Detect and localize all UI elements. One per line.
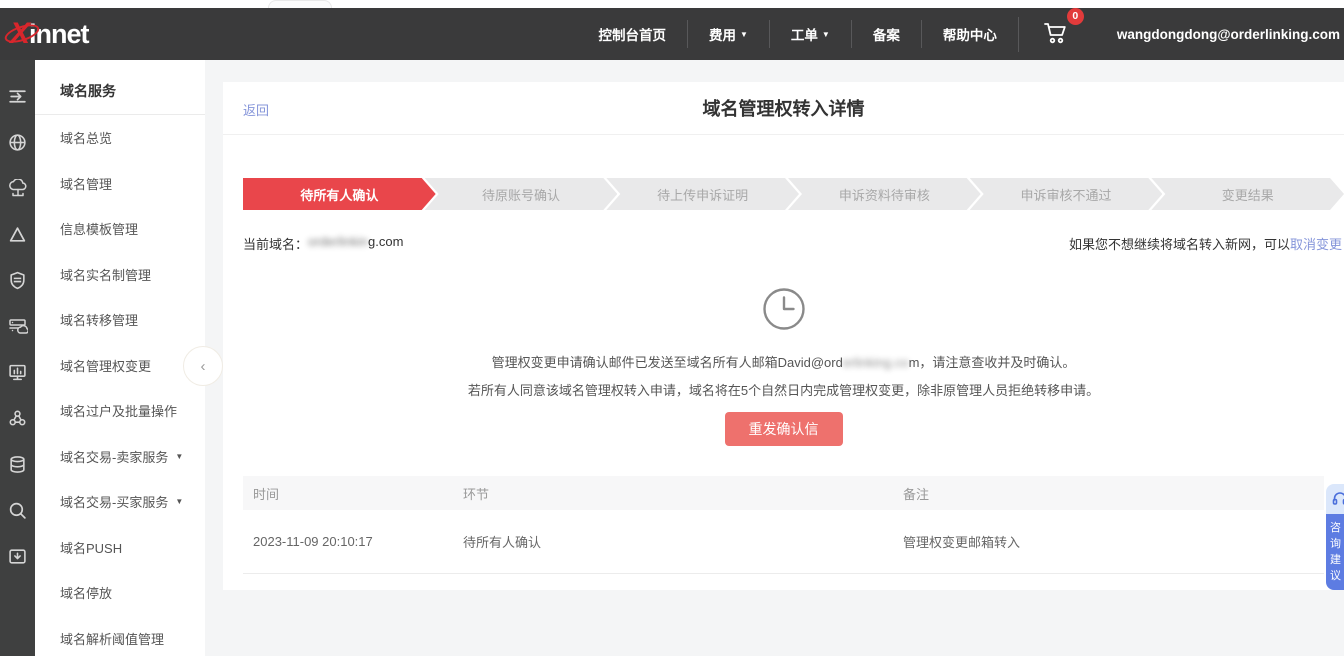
sidebar: 域名服务 域名总览 域名管理 信息模板管理 域名实名制管理 域名转移管理 域名管…	[35, 60, 205, 656]
cancel-change-link[interactable]: 取消变更	[1290, 237, 1342, 252]
browser-chrome-strip	[0, 0, 1344, 8]
sidebar-item-real-name[interactable]: 域名实名制管理	[35, 252, 205, 298]
col-header-stage: 环节	[453, 484, 893, 503]
logo-x-glyph: X	[10, 17, 29, 51]
sidebar-menu: 域名总览 域名管理 信息模板管理 域名实名制管理 域名转移管理 域名管理权变更 …	[35, 115, 205, 661]
step-upload-appeal-proof: 待上传申诉证明	[606, 178, 799, 210]
nav-fees-menu[interactable]: 费用 ▼	[687, 20, 769, 48]
col-header-remark: 备注	[893, 484, 1324, 503]
headset-icon	[1331, 490, 1344, 508]
detail-card: 返回 域名管理权转入详情 待所有人确认 待原账号确认 待上传申诉证明 申诉资料待…	[223, 82, 1344, 590]
divider	[223, 134, 1344, 135]
table-header-row: 时间 环节 备注	[243, 476, 1324, 510]
nav-label: 控制台首页	[599, 24, 667, 44]
sidebar-item-domain-overview[interactable]: 域名总览	[35, 115, 205, 161]
inbox-mail-icon[interactable]	[8, 547, 27, 566]
shopping-cart-button[interactable]: 0	[1018, 17, 1093, 52]
step-appeal-rejected: 申诉审核不通过	[970, 178, 1163, 210]
nav-label: 帮助中心	[943, 24, 997, 44]
globe-icon[interactable]	[8, 133, 27, 152]
top-navigation: 控制台首页 费用 ▼ 工单 ▼ 备案 帮助中心 0 wangdongdong@o…	[578, 8, 1344, 60]
current-domain-redacted: orderlinkin	[308, 234, 368, 253]
browser-tab-remnant	[268, 0, 332, 8]
sidebar-item-mgmt-right-change[interactable]: 域名管理权变更	[35, 343, 205, 389]
sidebar-item-domain-parking[interactable]: 域名停放	[35, 570, 205, 616]
cart-count-badge: 0	[1067, 8, 1084, 25]
cell-remark: 管理权变更邮箱转入	[893, 532, 1324, 551]
consult-widget[interactable]: 咨询建议	[1326, 484, 1344, 590]
cart-icon	[1043, 21, 1069, 45]
search-q-icon[interactable]	[8, 501, 27, 520]
step-appeal-pending-review: 申诉资料待审核	[788, 178, 981, 210]
sidebar-item-domain-transfer[interactable]: 域名转移管理	[35, 297, 205, 343]
step-change-result: 变更结果	[1151, 178, 1344, 210]
table-row: 2023-11-09 20:10:17 待所有人确认 管理权变更邮箱转入	[243, 510, 1324, 574]
account-email[interactable]: wangdongdong@orderlinking.com	[1117, 27, 1340, 42]
icon-rail	[0, 60, 35, 656]
triangle-icon[interactable]	[8, 225, 27, 244]
consult-widget-body[interactable]: 咨询建议	[1326, 514, 1344, 590]
sidebar-header: 域名服务	[35, 60, 205, 115]
chevron-down-icon: ▼	[175, 452, 183, 461]
molecule-icon[interactable]	[8, 409, 27, 428]
main-content-area: 返回 域名管理权转入详情 待所有人确认 待原账号确认 待上传申诉证明 申诉资料待…	[205, 60, 1344, 656]
chevron-down-icon: ▼	[175, 497, 183, 506]
notice-line-2: 若所有人同意该域名管理权转入申请，域名将在5个自然日内完成管理权变更，除非原管理…	[223, 380, 1344, 399]
notice-line-1: 管理权变更申请确认邮件已发送至域名所有人邮箱David@orderlinking…	[223, 352, 1344, 371]
nav-icp-filing[interactable]: 备案	[851, 20, 921, 48]
database-icon[interactable]	[8, 455, 27, 474]
collapse-menu-icon[interactable]	[8, 87, 27, 106]
sidebar-collapse-button[interactable]: ‹	[183, 346, 223, 386]
cell-stage: 待所有人确认	[453, 532, 893, 551]
xinnet-logo[interactable]: Xinnet	[10, 17, 89, 51]
consult-widget-top[interactable]	[1326, 484, 1344, 514]
logo-text: innet	[29, 19, 89, 50]
resend-confirmation-button[interactable]: 重发确认信	[725, 412, 843, 446]
chevron-down-icon: ▼	[822, 30, 830, 39]
sidebar-item-trade-buyer[interactable]: 域名交易-买家服务▼	[35, 479, 205, 525]
step-original-account-confirm: 待原账号确认	[425, 178, 618, 210]
shield-icon[interactable]	[8, 271, 27, 290]
server-cloud-icon[interactable]	[8, 317, 28, 336]
history-table: 时间 环节 备注 2023-11-09 20:10:17 待所有人确认 管理权变…	[243, 476, 1324, 574]
topbar: Xinnet 控制台首页 费用 ▼ 工单 ▼ 备案 帮助中心 0 wangdon…	[0, 8, 1344, 60]
sidebar-item-ownership-batch[interactable]: 域名过户及批量操作	[35, 388, 205, 434]
owner-email-redacted: erlinking.co	[843, 355, 909, 370]
nav-label: 工单	[791, 24, 818, 44]
sidebar-item-trade-seller[interactable]: 域名交易-卖家服务▼	[35, 434, 205, 480]
clock-icon	[761, 286, 807, 332]
sidebar-item-domain-management[interactable]: 域名管理	[35, 161, 205, 207]
monitor-chart-icon[interactable]	[8, 363, 27, 382]
col-header-time: 时间	[243, 484, 453, 503]
current-domain-row: 当前域名： orderlinkin g.com 如果您不想继续将域名转入新网，可…	[243, 234, 1342, 253]
cancel-hint-text: 如果您不想继续将域名转入新网，可以	[1069, 237, 1290, 252]
sidebar-item-domain-push[interactable]: 域名PUSH	[35, 525, 205, 571]
nav-label: 备案	[873, 24, 900, 44]
nav-console-home[interactable]: 控制台首页	[578, 20, 688, 48]
chevron-down-icon: ▼	[740, 30, 748, 39]
sidebar-item-dns-threshold[interactable]: 域名解析阈值管理	[35, 616, 205, 661]
progress-steps: 待所有人确认 待原账号确认 待上传申诉证明 申诉资料待审核 申诉审核不通过 变更…	[243, 178, 1344, 210]
sidebar-item-info-template[interactable]: 信息模板管理	[35, 206, 205, 252]
cloud-network-icon[interactable]	[8, 179, 28, 198]
nav-tickets-menu[interactable]: 工单 ▼	[769, 20, 851, 48]
step-owner-confirm: 待所有人确认	[243, 178, 436, 210]
nav-help-center[interactable]: 帮助中心	[921, 20, 1018, 48]
cancel-hint: 如果您不想继续将域名转入新网，可以取消变更	[1069, 234, 1342, 253]
chevron-left-icon: ‹	[201, 358, 206, 375]
current-domain-label: 当前域名：	[243, 234, 308, 253]
nav-label: 费用	[709, 24, 736, 44]
current-domain-suffix: g.com	[368, 234, 403, 253]
clock-wrap	[223, 286, 1344, 332]
cell-time: 2023-11-09 20:10:17	[243, 534, 453, 549]
consult-widget-label: 咨询建议	[1330, 520, 1343, 584]
owner-email-visible: David@ord	[778, 355, 843, 370]
page-title: 域名管理权转入详情	[223, 95, 1344, 121]
